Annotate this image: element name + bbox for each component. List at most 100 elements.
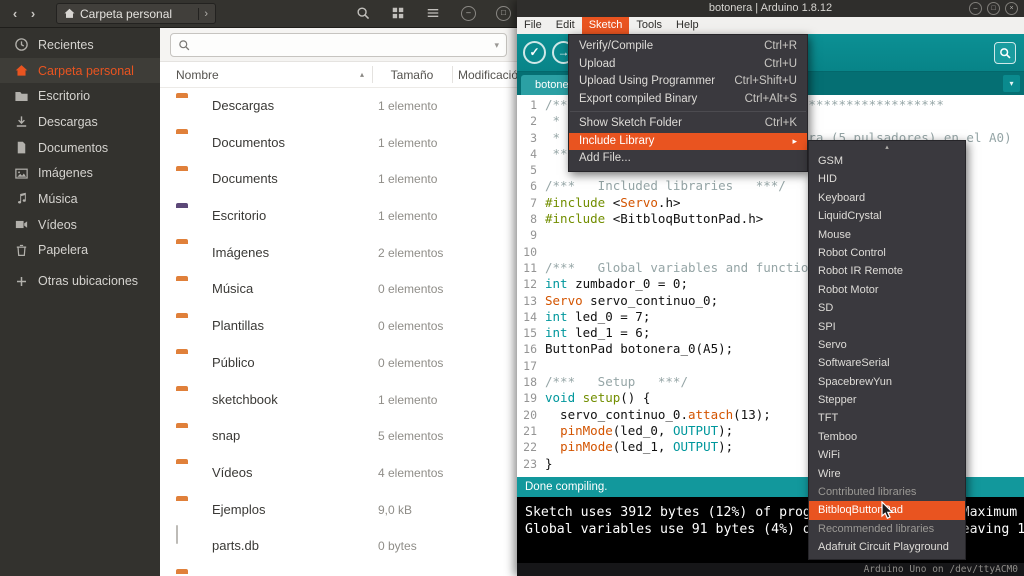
file-row-documents[interactable]: Documents1 elemento [160,161,517,198]
sidebar-item-imagenes[interactable]: Imágenes [0,160,160,186]
file-row-escritorio[interactable]: Escritorio1 elemento [160,198,517,235]
sidebar-item-descargas[interactable]: Descargas [0,109,160,135]
submenu-item-softwareserial[interactable]: SoftwareSerial [809,354,965,372]
submenu-item-adafruit-circuit-playground[interactable]: Adafruit Circuit Playground [809,538,965,556]
submenu-item-liquidcrystal[interactable]: LiquidCrystal [809,207,965,225]
maximize-button[interactable]: □ [987,2,1000,15]
menu-item-upload[interactable]: Upload Ctrl+U [569,56,807,74]
submenu-item-spacebrewyun[interactable]: SpacebrewYun [809,373,965,391]
document-icon [14,140,29,155]
arduino-titlebar[interactable]: botonera | Arduino 1.8.12 – □ × [517,0,1024,17]
search-icon[interactable] [356,6,371,21]
window-controls: – □ × [969,2,1018,15]
file-row-publico[interactable]: Público0 elementos [160,345,517,382]
line-number: 3 [517,130,545,146]
search-options-icon[interactable]: ▾ [494,40,499,51]
menu-separator [570,111,806,112]
menu-help[interactable]: Help [669,17,706,34]
submenu-item-servo[interactable]: Servo [809,336,965,354]
submenu-item-sd[interactable]: SD [809,299,965,317]
submenu-item-wifi[interactable]: WiFi [809,446,965,464]
file-size: 0 bytes [378,539,417,553]
search-input[interactable] [197,38,494,52]
shortcut-label: Ctrl+U [764,56,797,74]
file-list-pane: ▾ Nombre ▴ Tamaño Modificación Descargas… [160,28,517,576]
menu-item-label: Upload [579,56,615,74]
headerbar-actions: – □ [356,6,517,21]
file-row-ejemplos[interactable]: Ejemplos9,0 kB [160,492,517,529]
sidebar-item-documentos[interactable]: Documentos [0,135,160,161]
shortcut-label: Ctrl+R [764,38,797,56]
minimize-button[interactable]: – [461,6,476,21]
code-token: .h> [658,195,681,211]
grid-view-icon[interactable] [391,6,406,21]
submenu-item-tft[interactable]: TFT [809,409,965,427]
sidebar-item-otras-ubicaciones[interactable]: Otras ubicaciones [0,268,160,294]
file-row-plantillas[interactable]: Plantillas0 elementos [160,308,517,345]
maximize-button[interactable]: □ [496,6,511,21]
file-row-snap[interactable]: snap5 elementos [160,418,517,455]
scroll-up-icon[interactable]: ▴ [809,143,965,152]
column-header-size[interactable]: Tamaño [372,68,452,82]
submenu-item-keyboard[interactable]: Keyboard [809,189,965,207]
menu-tools[interactable]: Tools [629,17,669,34]
menu-file[interactable]: File [517,17,549,34]
file-row-parts-db[interactable]: parts.db0 bytes [160,528,517,565]
line-number: 13 [517,293,545,309]
submenu-item-hid[interactable]: HID [809,170,965,188]
sidebar-item-label: Descargas [38,115,98,129]
hamburger-menu-icon[interactable] [426,6,441,21]
back-button[interactable]: ‹ [6,6,24,21]
code-token: (led_0, [613,423,673,439]
file-row-documentos[interactable]: Documentos1 elemento [160,125,517,162]
submenu-item-robot-ir-remote[interactable]: Robot IR Remote [809,262,965,280]
code-token: ); [718,423,733,439]
verify-button[interactable]: ✓ [523,41,546,64]
sidebar-item-carpeta-personal[interactable]: Carpeta personal [0,58,160,84]
sidebar-item-videos[interactable]: Vídeos [0,212,160,238]
menu-edit[interactable]: Edit [549,17,582,34]
breadcrumb[interactable]: Carpeta personal › [56,3,216,24]
submenu-item-stepper[interactable]: Stepper [809,391,965,409]
submenu-item-robot-control[interactable]: Robot Control [809,244,965,262]
sidebar-item-papelera[interactable]: Papelera [0,238,160,264]
file-row-sketchbook[interactable]: sketchbook1 elemento [160,382,517,419]
close-button[interactable]: × [1005,2,1018,15]
submenu-item-mouse[interactable]: Mouse [809,226,965,244]
file-row-imagenes[interactable]: Imágenes2 elementos [160,235,517,272]
sidebar-item-escritorio[interactable]: Escritorio [0,83,160,109]
menu-item-add-file[interactable]: Add File... [569,150,807,168]
search-bar[interactable]: ▾ [170,33,507,57]
menu-item-upload-using-programmer[interactable]: Upload Using ProgrammerCtrl+Shift+U [569,73,807,91]
tab-list-dropdown-icon[interactable]: ▾ [1003,75,1020,92]
column-header-name[interactable]: Nombre [176,68,219,82]
submenu-item-spi[interactable]: SPI [809,318,965,336]
menu-item-include-library[interactable]: Include Library▸ [569,133,807,151]
submenu-item-wire[interactable]: Wire [809,465,965,483]
search-icon [178,39,191,52]
menu-sketch[interactable]: Sketch [582,17,630,34]
submenu-item-temboo[interactable]: Temboo [809,428,965,446]
sidebar-item-musica[interactable]: Música [0,186,160,212]
chevron-right-icon[interactable]: › [198,8,213,20]
file-size: 0 elementos [378,319,443,333]
file-row-videos[interactable]: Vídeos4 elementos [160,455,517,492]
menu-item-show-sketch-folder[interactable]: Show Sketch FolderCtrl+K [569,115,807,133]
submenu-item-robot-motor[interactable]: Robot Motor [809,281,965,299]
submenu-item-bitbloqbuttonpad[interactable]: BitbloqButtonPad [809,501,965,519]
minimize-button[interactable]: – [969,2,982,15]
forward-button[interactable]: › [24,6,42,21]
file-row-descargas[interactable]: Descargas1 elemento [160,88,517,125]
line-number: 19 [517,390,545,406]
serial-monitor-button[interactable] [994,42,1016,64]
file-list: Descargas1 elementoDocumentos1 elementoD… [160,88,517,576]
file-row-musica[interactable]: Música0 elementos [160,271,517,308]
column-header-modified[interactable]: Modificación [458,68,517,82]
submenu-item-gsm[interactable]: GSM [809,152,965,170]
file-name: Documents [212,171,278,186]
file-row-partial[interactable] [160,565,517,576]
menu-item-verify-compile[interactable]: Verify/CompileCtrl+R [569,38,807,56]
sidebar-item-label: Vídeos [38,218,77,232]
sidebar-item-recientes[interactable]: Recientes [0,32,160,58]
menu-item-export-compiled-binary[interactable]: Export compiled BinaryCtrl+Alt+S [569,91,807,109]
